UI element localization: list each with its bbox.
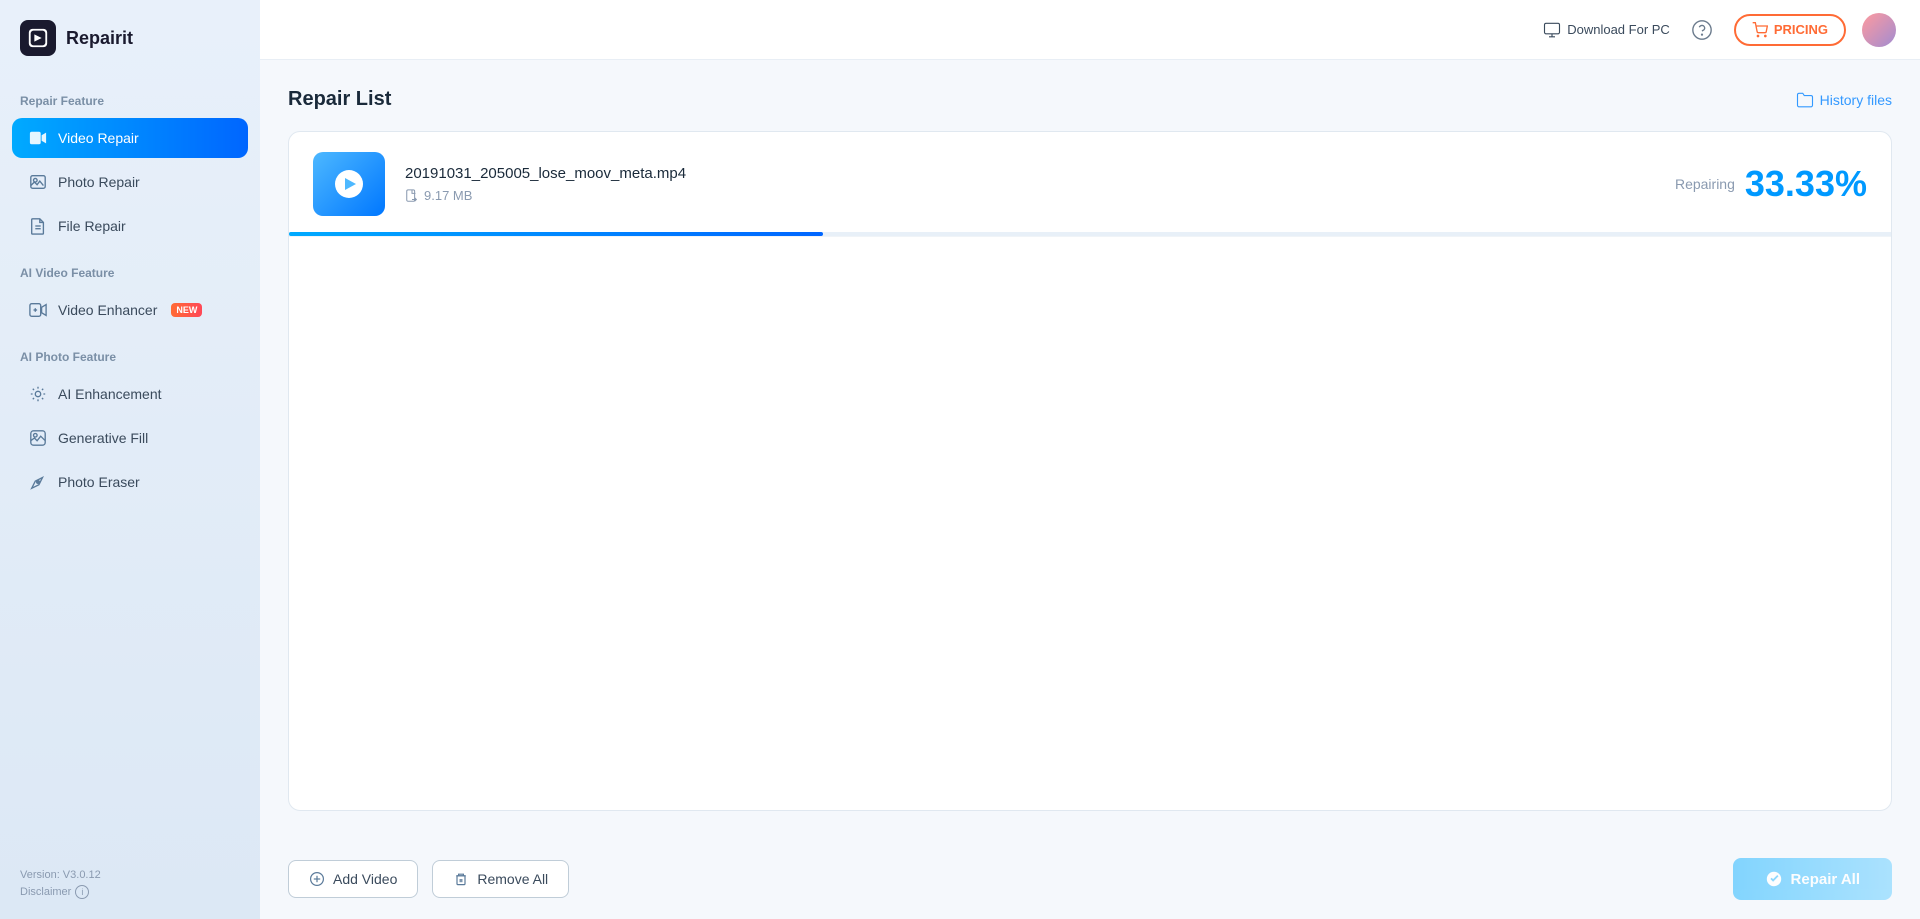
cart-icon <box>1752 22 1768 38</box>
content-area: Repair List History files 20191031_20500… <box>260 60 1920 839</box>
video-repair-icon <box>28 128 48 148</box>
sidebar-item-label-ai-enhancement: AI Enhancement <box>58 386 162 402</box>
disclaimer-link[interactable]: Disclaimer i <box>20 885 240 899</box>
pricing-label: PRICING <box>1774 22 1828 37</box>
main-content: Download For PC PRICING Repair List <box>260 0 1920 919</box>
history-files-label: History files <box>1820 92 1892 108</box>
file-repair-icon <box>28 216 48 236</box>
logo-container: Repairit <box>0 0 260 76</box>
sidebar-footer: Version: V3.0.12 Disclaimer i <box>0 869 260 899</box>
repair-list-title: Repair List <box>288 88 391 111</box>
table-row: 20191031_205005_lose_moov_meta.mp4 9.17 … <box>289 132 1891 237</box>
photo-eraser-icon <box>28 472 48 492</box>
headset-icon <box>1691 19 1713 41</box>
app-name: Repairit <box>66 28 133 49</box>
ai-video-section-label: AI Video Feature <box>0 248 260 288</box>
pricing-button[interactable]: PRICING <box>1734 14 1846 46</box>
sidebar-item-video-repair[interactable]: Video Repair <box>12 118 248 158</box>
sidebar-item-label-photo-eraser: Photo Eraser <box>58 474 140 490</box>
file-list-area: 20191031_205005_lose_moov_meta.mp4 9.17 … <box>288 131 1892 811</box>
progress-bar-container <box>289 232 1891 236</box>
sidebar-item-label-video-enhancer: Video Enhancer <box>58 302 157 318</box>
help-button[interactable] <box>1686 14 1718 46</box>
remove-all-label: Remove All <box>477 871 548 887</box>
sidebar-item-video-enhancer[interactable]: Video Enhancer NEW <box>12 290 248 330</box>
info-icon: i <box>75 885 89 899</box>
video-enhancer-icon <box>28 300 48 320</box>
file-status: Repairing 33.33% <box>1675 163 1867 205</box>
repairing-label: Repairing <box>1675 176 1735 192</box>
remove-icon <box>453 871 469 887</box>
version-label: Version: V3.0.12 <box>20 869 240 881</box>
bottom-left-buttons: Add Video Remove All <box>288 860 569 898</box>
photo-repair-icon <box>28 172 48 192</box>
top-header: Download For PC PRICING <box>260 0 1920 60</box>
progress-bar-fill <box>289 232 823 236</box>
content-header: Repair List History files <box>288 88 1892 111</box>
file-thumbnail <box>313 152 385 216</box>
new-badge: NEW <box>171 303 202 317</box>
history-files-button[interactable]: History files <box>1796 91 1892 109</box>
file-size: 9.17 MB <box>405 188 1675 203</box>
sidebar-item-ai-enhancement[interactable]: AI Enhancement <box>12 374 248 414</box>
download-for-pc-button[interactable]: Download For PC <box>1543 21 1670 39</box>
add-video-button[interactable]: Add Video <box>288 860 418 898</box>
download-label: Download For PC <box>1567 22 1670 37</box>
remove-all-button[interactable]: Remove All <box>432 860 569 898</box>
generative-fill-icon <box>28 428 48 448</box>
bottom-bar: Add Video Remove All Repair All <box>260 839 1920 919</box>
repair-percent: 33.33% <box>1745 163 1867 205</box>
file-info: 20191031_205005_lose_moov_meta.mp4 9.17 … <box>405 165 1675 203</box>
add-video-label: Add Video <box>333 871 397 887</box>
repair-all-label: Repair All <box>1791 871 1860 888</box>
ai-enhancement-icon <box>28 384 48 404</box>
sidebar-item-label-generative-fill: Generative Fill <box>58 430 148 446</box>
sidebar-item-photo-repair[interactable]: Photo Repair <box>12 162 248 202</box>
repair-all-icon <box>1765 870 1783 888</box>
sidebar-item-label-photo-repair: Photo Repair <box>58 174 140 190</box>
file-size-icon <box>405 189 419 203</box>
repair-feature-section-label: Repair Feature <box>0 76 260 116</box>
folder-icon <box>1796 91 1814 109</box>
sidebar-item-label-video-repair: Video Repair <box>58 130 139 146</box>
file-name: 20191031_205005_lose_moov_meta.mp4 <box>405 165 1675 182</box>
play-icon <box>335 170 363 198</box>
sidebar-item-generative-fill[interactable]: Generative Fill <box>12 418 248 458</box>
sidebar-item-label-file-repair: File Repair <box>58 218 126 234</box>
user-avatar[interactable] <box>1862 13 1896 47</box>
add-icon <box>309 871 325 887</box>
sidebar-item-photo-eraser[interactable]: Photo Eraser <box>12 462 248 502</box>
ai-photo-section-label: AI Photo Feature <box>0 332 260 372</box>
sidebar-item-file-repair[interactable]: File Repair <box>12 206 248 246</box>
sidebar: Repairit Repair Feature Video Repair Pho… <box>0 0 260 919</box>
app-logo-icon <box>20 20 56 56</box>
repair-all-button[interactable]: Repair All <box>1733 858 1892 900</box>
monitor-icon <box>1543 21 1561 39</box>
